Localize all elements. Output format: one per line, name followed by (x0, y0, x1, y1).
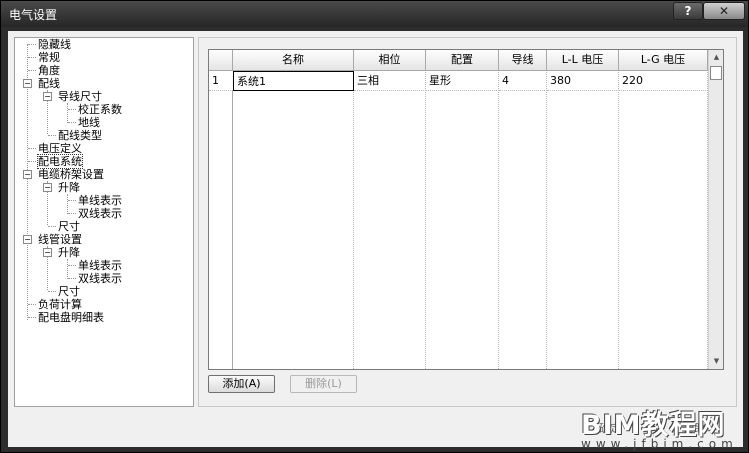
tree-line (67, 103, 68, 123)
cell-phase[interactable]: 三相 (354, 71, 426, 91)
tree-item-general[interactable]: 常规 (38, 51, 60, 64)
column (354, 50, 426, 369)
tree-line (67, 194, 68, 214)
tree-line (48, 226, 56, 227)
tree-line (28, 148, 36, 149)
tree-item-cable-tray-settings[interactable]: 电缆桥架设置 (38, 168, 104, 181)
cell-lg-voltage[interactable]: 220 (619, 71, 708, 91)
tree-line (68, 213, 76, 214)
column (233, 50, 354, 369)
tree-line (68, 122, 76, 123)
tree-item-rise-drop[interactable]: 升降 (58, 181, 80, 194)
tree-item-wire-sizes[interactable]: 导线尺寸 (58, 90, 102, 103)
tree-item-two-line[interactable]: 双线表示 (78, 207, 122, 220)
tree-item-distribution-systems[interactable]: 配电系统 (37, 154, 83, 169)
column (426, 50, 499, 369)
tree-item-sizes[interactable]: 尺寸 (58, 285, 80, 298)
tree-item-single-line[interactable]: 单线表示 (78, 194, 122, 207)
scroll-up-icon[interactable]: ▲ (709, 50, 723, 65)
electrical-settings-dialog: 电气设置 ? ✕ − − − − − − 隐藏线 常规 角度 配线 导线尺寸 校… (0, 0, 749, 453)
cell-wires[interactable]: 4 (499, 71, 547, 91)
column (619, 50, 708, 369)
dialog-body: − − − − − − 隐藏线 常规 角度 配线 导线尺寸 校正系数 地线 配线… (8, 31, 743, 447)
tree-line (28, 44, 36, 45)
dialog-title: 电气设置 (9, 8, 58, 22)
row-number[interactable]: 1 (209, 71, 233, 91)
close-icon[interactable]: ✕ (703, 2, 745, 20)
header-phase[interactable]: 相位 (354, 50, 426, 71)
header-corner (209, 50, 233, 71)
tree-line (68, 109, 76, 110)
tree-item-correction-factor[interactable]: 校正系数 (78, 103, 122, 116)
tree-item-wire-types[interactable]: 配线类型 (58, 129, 102, 142)
tree-line (68, 265, 76, 266)
settings-tree[interactable]: − − − − − − 隐藏线 常规 角度 配线 导线尺寸 校正系数 地线 配线… (14, 37, 194, 407)
collapse-icon[interactable]: − (23, 170, 32, 179)
tree-item-load-calculations[interactable]: 负荷计算 (38, 298, 82, 311)
tree-line (48, 135, 56, 136)
tree-line (48, 291, 56, 292)
tree-item-ground-conductors[interactable]: 地线 (78, 116, 100, 129)
tree-item-hidden-line[interactable]: 隐藏线 (38, 38, 71, 51)
header-name[interactable]: 名称 (233, 50, 354, 71)
header-configuration[interactable]: 配置 (426, 50, 499, 71)
tree-item-conduit-settings[interactable]: 线管设置 (38, 233, 82, 246)
cell-name[interactable]: 系统1 (233, 71, 354, 91)
tree-item-single-line[interactable]: 单线表示 (78, 259, 122, 272)
distribution-system-table: 名称 相位 配置 导线 L-L 电压 L-G 电压 1 系统1 三相 星形 4 … (208, 49, 724, 370)
watermark-url: www.jfbim.com (581, 437, 738, 451)
tree-item-sizes[interactable]: 尺寸 (58, 220, 80, 233)
row-number-column (209, 50, 233, 369)
column (499, 50, 547, 369)
collapse-icon[interactable]: − (43, 183, 52, 192)
scroll-thumb[interactable] (710, 66, 722, 80)
column (547, 50, 619, 369)
collapse-icon[interactable]: − (23, 79, 32, 88)
vertical-scrollbar[interactable]: ▲ ▼ (708, 50, 723, 369)
header-lg-voltage[interactable]: L-G 电压 (619, 50, 708, 71)
tree-line (28, 317, 36, 318)
tree-item-angles[interactable]: 角度 (38, 64, 60, 77)
delete-button: 删除(L) (290, 375, 357, 393)
tree-line (28, 70, 36, 71)
help-icon[interactable]: ? (673, 2, 703, 20)
tree-line (67, 259, 68, 279)
cell-ll-voltage[interactable]: 380 (547, 71, 619, 91)
collapse-icon[interactable]: − (23, 235, 32, 244)
title-bar: 电气设置 ? ✕ (1, 1, 748, 27)
tree-item-panel-schedules[interactable]: 配电盘明细表 (38, 311, 104, 324)
collapse-icon[interactable]: − (43, 248, 52, 257)
tree-line (28, 161, 36, 162)
header-ll-voltage[interactable]: L-L 电压 (547, 50, 619, 71)
collapse-icon[interactable]: − (43, 92, 52, 101)
tree-line (28, 304, 36, 305)
tree-line (28, 57, 36, 58)
tree-item-wiring[interactable]: 配线 (38, 77, 60, 90)
header-wires[interactable]: 导线 (499, 50, 547, 71)
distribution-system-panel: 名称 相位 配置 导线 L-L 电压 L-G 电压 1 系统1 三相 星形 4 … (198, 37, 737, 407)
tree-line (68, 278, 76, 279)
tree-line (68, 200, 76, 201)
scroll-down-icon[interactable]: ▼ (709, 354, 723, 369)
cell-configuration[interactable]: 星形 (426, 71, 499, 91)
add-button[interactable]: 添加(A) (208, 375, 275, 393)
tree-item-two-line[interactable]: 双线表示 (78, 272, 122, 285)
tree-item-rise-drop[interactable]: 升降 (58, 246, 80, 259)
tree-item-voltage-definitions[interactable]: 电压定义 (38, 142, 82, 155)
